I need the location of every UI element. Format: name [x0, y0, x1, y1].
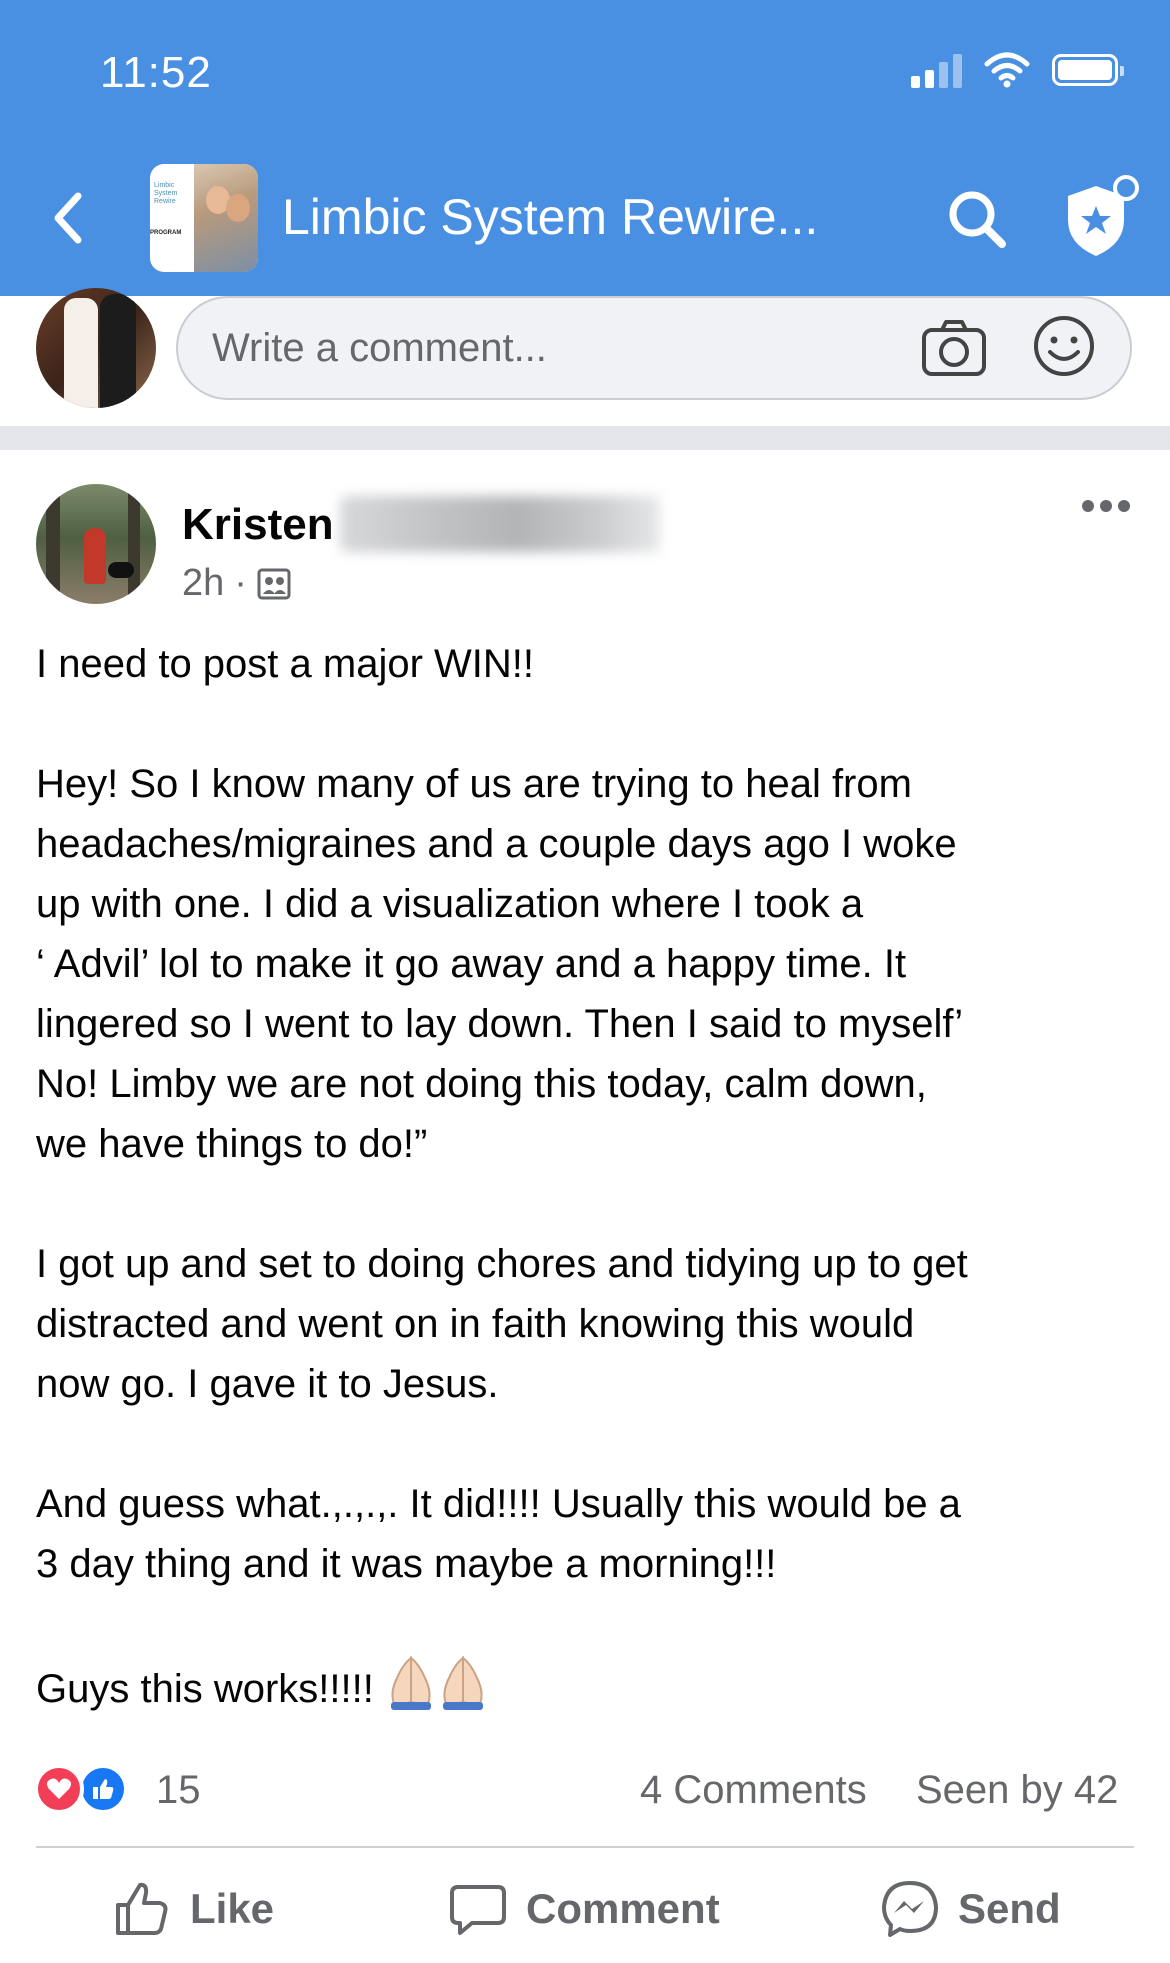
post-line: I got up and set to doing chores and tid…: [36, 1242, 968, 1286]
like-button[interactable]: Like: [112, 1864, 274, 1954]
post-stats: 15 4 Comments Seen by 42: [0, 1752, 1170, 1832]
post-line: And guess what.,.,.,. It did!!!! Usually…: [36, 1482, 961, 1526]
group-title[interactable]: Limbic System Rewire...: [282, 188, 818, 246]
user-avatar[interactable]: [36, 288, 156, 408]
battery-icon: [1052, 54, 1124, 86]
post-actions: Like Comment Send: [0, 1864, 1170, 1954]
camera-icon[interactable]: [918, 312, 990, 384]
post-line: distracted and went on in faith knowing …: [36, 1302, 915, 1346]
like-reaction-icon[interactable]: [78, 1764, 128, 1814]
comment-button[interactable]: Comment: [448, 1864, 720, 1954]
post-time[interactable]: 2h: [182, 562, 224, 605]
post-paragraph: I need to post a major WIN!!: [36, 634, 1146, 694]
send-button[interactable]: Send: [880, 1864, 1061, 1954]
group-avatar-program: PROGRAM: [150, 230, 182, 236]
status-time: 11:52: [100, 48, 212, 97]
search-icon[interactable]: [944, 186, 1010, 252]
love-reaction-icon[interactable]: [34, 1764, 84, 1814]
feed-divider: [0, 426, 1170, 450]
praying-hands-icon: [442, 1655, 483, 1710]
post-paragraph: Guys this works!!!!!: [36, 1654, 1146, 1719]
comments-count[interactable]: 4 Comments: [640, 1768, 867, 1813]
post-line: Hey! So I know many of us are trying to …: [36, 762, 912, 806]
actions-divider: [36, 1846, 1134, 1848]
wifi-icon: [984, 52, 1030, 88]
post-line: No! Limby we are not doing this today, c…: [36, 1062, 927, 1106]
meta-separator: ·: [234, 562, 247, 604]
reaction-count[interactable]: 15: [156, 1768, 201, 1813]
post-line: we have things to do!”: [36, 1122, 428, 1166]
post-line: I need to post a major WIN!!: [36, 642, 534, 686]
post-paragraph: I got up and set to doing chores and tid…: [36, 1234, 1146, 1414]
top-bar: 11:52 Limbic System Rewire PROGRAM Limbi…: [0, 0, 1170, 296]
post-paragraph: And guess what.,.,.,. It did!!!! Usually…: [36, 1474, 1146, 1594]
comment-bubble-icon: [450, 1885, 506, 1935]
send-label: Send: [958, 1885, 1061, 1932]
post-line: now go. I gave it to Jesus.: [36, 1362, 499, 1406]
status-icons: [911, 52, 1124, 88]
seen-by[interactable]: Seen by 42: [916, 1768, 1118, 1813]
post-line: up with one. I did a visualization where…: [36, 882, 864, 926]
thumbs-up-icon: [116, 1882, 168, 1935]
signal-icon: [911, 52, 962, 88]
more-options-icon[interactable]: [1082, 496, 1136, 516]
post-paragraph: Hey! So I know many of us are trying to …: [36, 754, 1146, 1174]
post-line: ‘ Advil’ lol to make it go away and a ha…: [36, 942, 907, 986]
post-line: 3 day thing and it was maybe a morning!!…: [36, 1542, 777, 1586]
post-meta: 2h ·: [182, 562, 291, 605]
author-avatar[interactable]: [36, 484, 156, 604]
author-name[interactable]: Kristen: [182, 500, 334, 550]
group-avatar-text: Limbic System Rewire: [154, 182, 178, 205]
back-arrow-icon[interactable]: [48, 188, 88, 248]
praying-hands-icon: [390, 1655, 431, 1710]
post-body: I need to post a major WIN!! Hey! So I k…: [36, 634, 1146, 1719]
post-line: lingered so I went to lay down. Then I s…: [36, 1002, 964, 1046]
redacted-surname: [340, 496, 660, 552]
post-line: Guys this works!!!!!: [36, 1667, 385, 1711]
group-audience-icon: [257, 568, 291, 599]
comment-label: Comment: [526, 1885, 720, 1932]
comment-composer: Write a comment...: [0, 288, 1170, 426]
admin-shield-icon[interactable]: [1060, 172, 1140, 262]
emoji-icon[interactable]: [1028, 310, 1100, 382]
comment-placeholder: Write a comment...: [212, 326, 547, 370]
post-line: headaches/migraines and a couple days ag…: [36, 822, 957, 866]
group-avatar[interactable]: Limbic System Rewire PROGRAM: [150, 164, 258, 272]
messenger-icon: [882, 1881, 938, 1937]
like-label: Like: [190, 1885, 275, 1932]
comment-input[interactable]: Write a comment...: [176, 296, 1132, 400]
